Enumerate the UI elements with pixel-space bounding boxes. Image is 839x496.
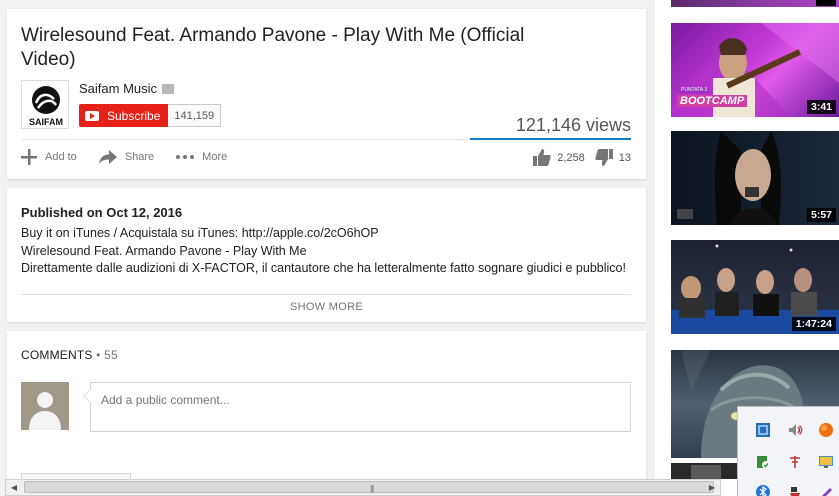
scrollbar-thumb[interactable]: ||| [24, 481, 714, 493]
subscribe-button[interactable]: Subscribe [79, 104, 169, 127]
shield-check-icon[interactable] [752, 451, 774, 473]
video-thumbnail[interactable]: 5:57 [671, 131, 839, 225]
duration-badge: 3:41 [806, 100, 836, 114]
channel-logo[interactable]: SAIFAM [21, 80, 69, 129]
video-thumbnail[interactable]: 1:47:24 [671, 240, 839, 334]
speaker-icon[interactable] [784, 419, 806, 441]
youtube-play-icon [85, 110, 99, 121]
more-button[interactable]: More [176, 151, 227, 163]
antenna-icon[interactable] [784, 451, 806, 473]
dislike-count: 13 [618, 151, 631, 164]
duration-badge: 5:57 [806, 208, 836, 222]
like-dislike-group: 2,258 13 [523, 149, 631, 166]
description-line: Wirelesound Feat. Armando Pavone - Play … [21, 244, 307, 258]
video-info-card: Wirelesound Feat. Armando Pavone - Play … [7, 9, 646, 179]
more-dots-icon [176, 155, 195, 159]
bluetooth-icon[interactable] [752, 481, 774, 496]
avatar [21, 382, 69, 430]
scroll-left-icon[interactable]: ◀ [6, 480, 22, 495]
monitor-icon[interactable] [815, 451, 837, 473]
scroll-right-icon[interactable]: ▶ [704, 480, 720, 495]
description-card: Published on Oct 12, 2016 Buy it on iTun… [7, 188, 646, 322]
share-arrow-icon [98, 150, 117, 164]
share-label: Share [124, 151, 155, 163]
plus-icon [21, 149, 37, 165]
pen-icon[interactable] [815, 481, 837, 496]
channel-name-text[interactable]: Saifam Music [79, 81, 157, 96]
comment-box[interactable] [83, 382, 631, 432]
video-thumbnail[interactable]: PUNTATA 3 BOOTCAMP 3:41 [671, 23, 839, 117]
like-count: 2,258 [557, 151, 585, 164]
add-to-label: Add to [45, 151, 77, 163]
overlay-text: BOOTCAMP [677, 95, 748, 107]
subscriber-count: 141,159 [168, 104, 222, 127]
description-line: Buy it on iTunes / Acquistala su iTunes:… [21, 226, 379, 240]
comments-label: COMMENTS [21, 348, 93, 362]
scrollbar-grip-icon: ||| [370, 484, 374, 493]
thumbs-up-icon [533, 149, 551, 166]
thumbs-down-icon [595, 149, 613, 166]
orange-app-icon[interactable] [815, 419, 837, 441]
more-label: More [202, 151, 228, 163]
channel-name[interactable]: Saifam Music [79, 81, 175, 96]
duration-badge [816, 0, 836, 6]
comments-card: COMMENTS • 55 [7, 331, 646, 491]
network-icon[interactable] [752, 419, 774, 441]
overlay-small-text: PUNTATA 3 [679, 87, 710, 93]
published-date: Published on Oct 12, 2016 [21, 205, 183, 220]
share-button[interactable]: Share [98, 150, 155, 164]
description-line: Direttamente dalle audizioni di X-FACTOR… [21, 261, 626, 275]
sentiment-bar [470, 138, 631, 140]
horizontal-scrollbar[interactable]: ◀ ||| ▶ [5, 479, 721, 496]
dislike-button[interactable]: 13 [595, 149, 631, 166]
action-bar: Add to Share More [21, 149, 249, 165]
add-to-button[interactable]: Add to [21, 149, 77, 165]
comment-input[interactable] [101, 393, 601, 407]
video-thumbnail[interactable] [671, 0, 839, 7]
description-divider [21, 294, 631, 295]
system-tray-popup [737, 406, 839, 496]
subscribe-group: Subscribe 141,159 [79, 104, 222, 127]
channel-logo-text: SAIFAM [28, 117, 63, 127]
comments-count: • 55 [96, 348, 118, 362]
show-more-button[interactable]: SHOW MORE [7, 301, 646, 313]
info-divider [21, 139, 470, 140]
verified-icon [162, 83, 175, 94]
view-count: 121,146 views [515, 115, 631, 135]
usb-icon[interactable] [784, 481, 806, 496]
duration-badge: 1:47:24 [791, 317, 836, 331]
comments-header: COMMENTS • 55 [21, 348, 118, 362]
like-button[interactable]: 2,258 [533, 149, 585, 166]
video-title: Wirelesound Feat. Armando Pavone - Play … [21, 25, 525, 70]
thumbnail-fragment [691, 465, 721, 479]
subscribe-label: Subscribe [107, 108, 161, 123]
